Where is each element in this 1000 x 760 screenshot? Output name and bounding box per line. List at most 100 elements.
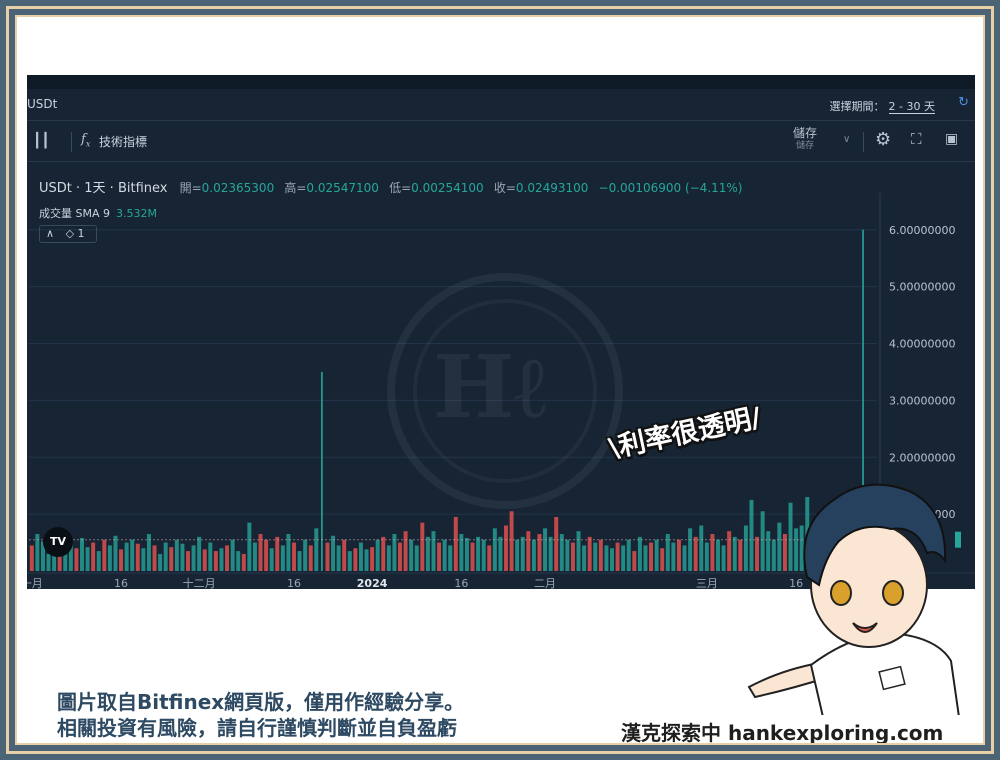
volume-bar: [152, 545, 157, 571]
volume-bar: [186, 551, 190, 571]
open-label: 開=: [179, 181, 202, 195]
volume-bar: [386, 545, 391, 571]
chevron-up-icon: ∧: [46, 227, 55, 240]
tradingview-logo[interactable]: TV: [43, 527, 73, 557]
volume-bar: [230, 539, 235, 571]
volume-bar: [325, 542, 330, 571]
volume-bar: [442, 539, 447, 571]
volume-bar: [716, 539, 720, 571]
volume-label: 成交量 SMA 9: [39, 207, 110, 220]
volume-bar: [85, 547, 90, 571]
volume-bar: [202, 549, 207, 571]
volume-bar: [637, 536, 642, 571]
volume-bar: [526, 531, 531, 571]
volume-bar: [520, 536, 525, 571]
volume-bar: [303, 539, 308, 571]
volume-bar: [626, 539, 631, 571]
volume-bar: [548, 536, 553, 571]
mascot-right-eye: [882, 580, 904, 606]
inner-frame: USDt 選擇期間： 2 - 30 天 ↻ ┃┃ fx 技術指標 儲存 儲存 ∨ …: [15, 15, 985, 745]
volume-bar: [213, 551, 218, 571]
volume-bar: [654, 539, 659, 571]
volume-bar: [225, 545, 230, 571]
volume-bar: [582, 545, 587, 571]
legend-symbol: USDt · 1天 · Bitfinex: [39, 181, 168, 196]
volume-bar: [621, 545, 626, 571]
volume-bar: [643, 545, 648, 571]
volume-bar: [29, 545, 34, 571]
volume-bar: [191, 545, 196, 571]
volume-bar: [280, 545, 285, 571]
x-tick-label: 二月: [534, 577, 556, 589]
low-value: 0.00254100: [411, 181, 484, 195]
volume-bar: [336, 545, 341, 571]
volume-bar: [292, 542, 296, 571]
volume-bar: [74, 548, 79, 571]
volume-bar: [102, 539, 107, 571]
y-tick-label: 5.00000000: [889, 281, 955, 294]
volume-bar: [509, 511, 514, 571]
collapse-legend-button[interactable]: ∧ ◇ 1: [39, 225, 97, 243]
volume-bar: [492, 528, 497, 571]
volume-bar: [704, 542, 709, 571]
volume-bar: [219, 548, 224, 571]
volume-bar: [671, 542, 676, 571]
volume-bar: [448, 545, 453, 571]
y-tick-label: 3.00000000: [889, 394, 955, 407]
low-label: 低=: [389, 181, 412, 195]
volume-bar: [163, 542, 168, 571]
volume-bar: [364, 549, 369, 571]
mascot-illustration: [747, 483, 960, 715]
volume-bar: [403, 531, 408, 571]
volume-bar: [531, 539, 536, 571]
x-tick-label: 三月: [696, 577, 718, 589]
volume-bar: [481, 539, 486, 571]
volume-bar: [464, 538, 469, 571]
volume-bar: [130, 539, 135, 571]
volume-bar: [398, 542, 402, 571]
volume-bar: [141, 548, 146, 571]
y-tick-label: 4.00000000: [889, 338, 955, 351]
volume-bar: [331, 535, 336, 571]
volume-bar: [682, 545, 687, 571]
volume-bar: [431, 531, 436, 571]
volume-bar: [124, 542, 129, 571]
x-tick-label: 一月: [27, 577, 43, 589]
volume-bar: [498, 536, 503, 571]
close-value: 0.02493100: [515, 181, 589, 195]
volume-bar: [375, 539, 380, 571]
brand-label: 漢克探索中 hankexploring.com: [621, 721, 944, 745]
volume-bar: [275, 536, 280, 571]
volume-bar: [347, 551, 352, 571]
volume-bar: [587, 536, 592, 571]
volume-bar: [598, 539, 603, 571]
volume-bar: [476, 536, 481, 571]
volume-bar: [576, 531, 581, 571]
x-tick-label: 2024: [357, 577, 388, 589]
volume-bar: [732, 536, 737, 571]
volume-bar: [158, 553, 163, 571]
volume-bar: [470, 542, 475, 571]
ohlc-legend: USDt · 1天 · Bitfinex 開=0.02365300 高=0.02…: [39, 177, 748, 196]
volume-bar: [699, 525, 704, 571]
change-value: −0.00106900 (−4.11%): [598, 181, 743, 195]
volume-legend: 成交量 SMA 9 3.532M: [39, 205, 157, 221]
open-value: 0.02365300: [201, 181, 275, 195]
volume-bar: [208, 542, 213, 571]
x-tick-label: 16: [114, 577, 128, 589]
volume-bar: [381, 536, 386, 571]
mascot-left-eye: [830, 580, 852, 606]
volume-bar: [358, 542, 363, 571]
y-tick-label: 6.00000000: [889, 224, 955, 237]
volume-bar: [727, 531, 732, 571]
logo-watermark: Hℓ: [387, 273, 623, 509]
volume-bar: [314, 528, 319, 571]
logo-watermark-letters: Hℓ: [433, 337, 547, 438]
volume-bar: [342, 539, 347, 571]
volume-bar: [554, 516, 559, 571]
volume-bar: [252, 542, 257, 571]
volume-bar: [693, 536, 698, 571]
volume-bar: [135, 543, 140, 571]
caption-line-2: 相關投資有風險，請自行謹慎判斷並自負盈虧: [57, 716, 457, 740]
volume-bar: [437, 542, 442, 571]
